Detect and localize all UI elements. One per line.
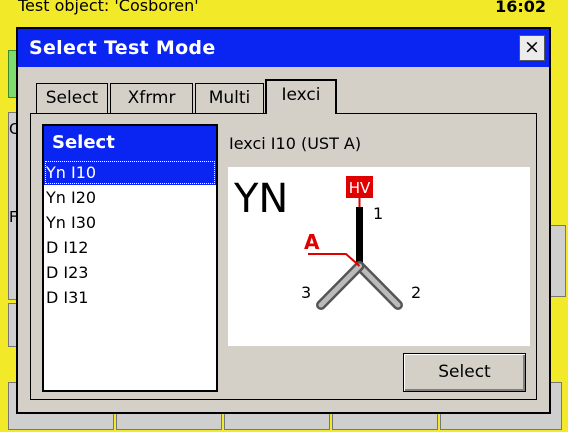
mode-label: Iexci I10 (UST A) [229,134,362,153]
select-button[interactable]: Select [403,353,526,392]
list-item-yn-i30[interactable]: Yn I30 [44,210,216,235]
wiring-diagram: YN HV 1 2 3 A [228,167,530,346]
dialog-titlebar[interactable]: Select Test Mode × [18,29,549,67]
dialog-title: Select Test Mode [29,37,216,59]
background-panel-right [550,225,566,297]
meter-lead [308,253,361,267]
winding-label: YN [233,176,288,222]
list-item-d-i31[interactable]: D I31 [44,285,216,310]
terminal-3-label: 3 [301,283,311,302]
terminal-1-label: 1 [373,204,383,223]
close-button[interactable]: × [519,35,545,61]
select-test-mode-dialog: Select Test Mode × Select Xfrmr Multi Ie… [16,27,551,414]
test-mode-list[interactable]: Select Yn I10 Yn I20 Yn I30 D I12 D I23 … [42,124,218,392]
clock: 16:02 [495,0,546,16]
tab-multi[interactable]: Multi [195,83,264,113]
wye-connection-diagram: YN HV 1 2 3 A [233,176,421,310]
meter-label: A [304,230,320,254]
list-item-yn-i10[interactable]: Yn I10 [44,160,216,185]
terminal-1-bushing [356,207,363,265]
tab-panel-iexci: Select Yn I10 Yn I20 Yn I30 D I12 D I23 … [30,113,537,400]
tab-select[interactable]: Select [36,83,108,113]
tab-xfrmr[interactable]: Xfrmr [110,83,193,113]
hv-label: HV [349,179,371,197]
list-item-d-i23[interactable]: D I23 [44,260,216,285]
list-item-d-i12[interactable]: D I12 [44,235,216,260]
tab-iexci[interactable]: Iexci [265,79,337,114]
terminal-2-label: 2 [411,283,421,302]
list-item-yn-i20[interactable]: Yn I20 [44,185,216,210]
background-title: Test object: 'Cosboren' [18,0,199,15]
list-header: Select [44,126,216,160]
